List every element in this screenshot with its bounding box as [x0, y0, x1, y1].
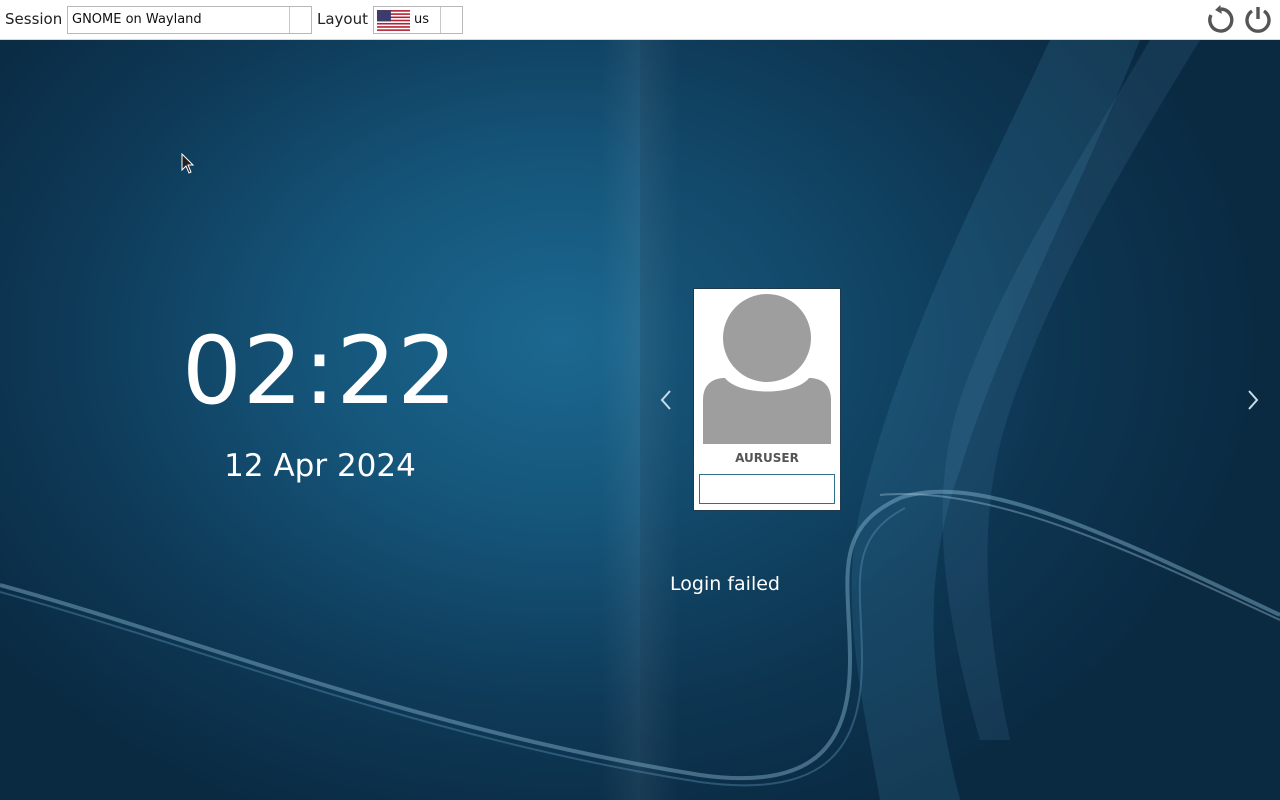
next-user-button[interactable] [1241, 385, 1265, 415]
session-value: GNOME on Wayland [72, 12, 202, 27]
layout-label: Layout [317, 10, 368, 28]
user-card[interactable]: AURUSER [693, 288, 841, 511]
reboot-button[interactable] [1205, 4, 1237, 36]
reboot-icon [1208, 5, 1234, 33]
us-flag-icon [377, 10, 410, 31]
username-label: AURUSER [735, 451, 799, 465]
layout-select[interactable]: us [373, 6, 463, 34]
power-icon [1245, 7, 1271, 33]
chevron-left-icon [660, 390, 671, 410]
password-input[interactable] [699, 474, 835, 504]
session-label: Session [5, 10, 63, 28]
user-avatar-icon [703, 294, 831, 444]
session-dropdown-button[interactable] [289, 7, 311, 33]
previous-user-button[interactable] [654, 385, 678, 415]
top-bar: Session GNOME on Wayland Layout us [0, 0, 1280, 40]
layout-dropdown-button[interactable] [440, 7, 462, 33]
layout-value: us [414, 12, 430, 27]
chevron-right-icon [1248, 390, 1259, 410]
session-select[interactable]: GNOME on Wayland [67, 6, 312, 34]
login-status-message: Login failed [670, 573, 780, 595]
clock-date: 12 Apr 2024 [224, 448, 416, 484]
clock-time: 02:22 [182, 317, 458, 426]
mouse-cursor-icon [181, 153, 195, 174]
shutdown-button[interactable] [1242, 4, 1274, 36]
